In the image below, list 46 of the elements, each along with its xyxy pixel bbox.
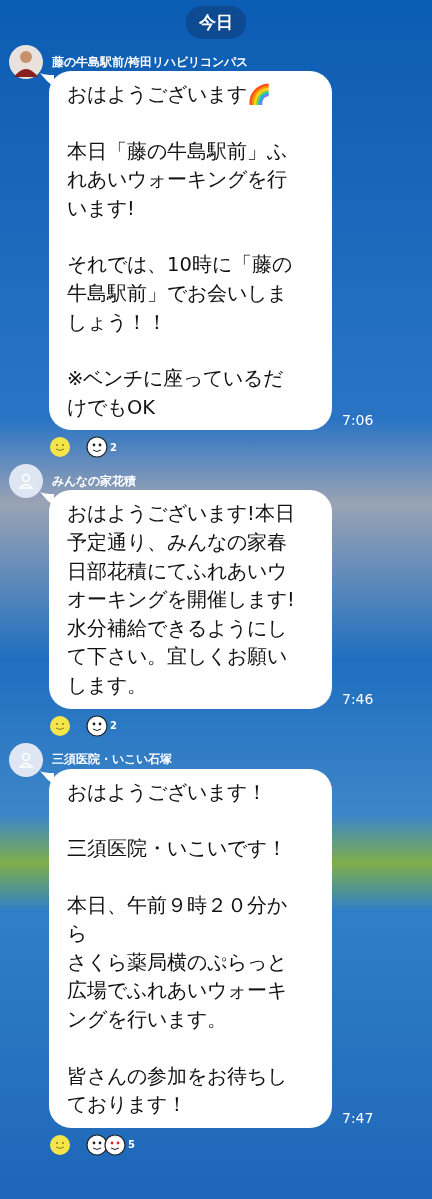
date-label: 今日 bbox=[186, 6, 246, 39]
message-line: て下さい。宜しくお願い bbox=[67, 644, 288, 671]
message-line: ングを行います。 bbox=[67, 1007, 228, 1034]
reaction-count: 2 bbox=[110, 441, 117, 453]
person-icon bbox=[18, 751, 34, 768]
message-line: しょう！！ bbox=[67, 309, 168, 336]
smiley-icon[interactable] bbox=[50, 437, 70, 458]
reaction-count: 5 bbox=[128, 1139, 135, 1151]
message-time: 7:46 bbox=[342, 690, 374, 709]
message-time: 7:06 bbox=[342, 412, 374, 431]
heart-eyes-face-icon[interactable] bbox=[104, 1133, 126, 1156]
message-line: 日部花積にてふれあいウ bbox=[67, 558, 288, 585]
message-line: オーキングを開催します! bbox=[67, 587, 296, 614]
message-line: 本日、午前９時２０分か bbox=[67, 892, 288, 919]
message-time: 7:47 bbox=[342, 1109, 374, 1128]
message-line: さくら薬局横のぷらっと bbox=[67, 949, 288, 976]
sender-name: みんなの家花積 bbox=[52, 472, 136, 490]
message-line: 牛島駅前」でお会いしま bbox=[67, 280, 288, 307]
message-line: ら bbox=[67, 921, 88, 948]
sticker-face-icon[interactable] bbox=[86, 436, 108, 459]
message-line: それでは、10時に「藤の bbox=[67, 252, 293, 279]
message-line: 広場でふれあいウォーキ bbox=[67, 978, 288, 1005]
message-line: おはようございます🌈 bbox=[67, 82, 272, 108]
message-line: います! bbox=[67, 195, 136, 222]
sender-name: 藤の牛島駅前/袴田リハビリコンパス bbox=[52, 53, 249, 71]
sender-name: 三須医院・いこい石塚 bbox=[52, 751, 172, 768]
message-line: おはようございます!本日 bbox=[67, 501, 296, 528]
reaction-count: 2 bbox=[110, 720, 117, 731]
message-line: 本日「藤の牛島駅前」ふ bbox=[67, 138, 288, 165]
avatar[interactable] bbox=[9, 742, 43, 777]
smiley-icon[interactable] bbox=[50, 1134, 70, 1155]
message-line: します。 bbox=[67, 672, 148, 699]
message-line: 水分補給できるようにし bbox=[67, 615, 288, 642]
message-line: ※ベンチに座っているだ bbox=[67, 366, 285, 393]
message-line: けでもOK bbox=[67, 394, 157, 421]
message-line: れあいウォーキングを行 bbox=[67, 167, 288, 194]
message-line: 三須医院・いこいです！ bbox=[67, 836, 288, 863]
message-line: 皆さんの参加をお待ちし bbox=[67, 1063, 288, 1090]
message-line: 予定通り、みんなの家春 bbox=[67, 529, 288, 556]
avatar[interactable] bbox=[9, 464, 43, 499]
smiley-icon[interactable] bbox=[50, 715, 70, 736]
sticker-face-icon[interactable] bbox=[86, 714, 108, 737]
message-line: ております！ bbox=[67, 1092, 188, 1119]
avatar[interactable] bbox=[9, 45, 43, 79]
person-icon bbox=[18, 473, 34, 490]
message-line: おはようございます！ bbox=[67, 779, 268, 806]
